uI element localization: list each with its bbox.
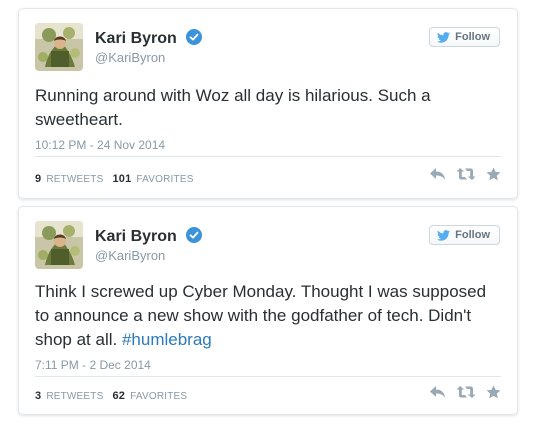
verified-badge-icon	[186, 227, 203, 243]
verified-badge-icon	[186, 29, 203, 45]
retweets-count: 3	[35, 390, 42, 402]
tweet-actions	[429, 385, 501, 399]
reply-icon[interactable]	[429, 385, 446, 399]
avatar[interactable]	[35, 23, 83, 71]
favorites-count: 62	[112, 390, 126, 402]
favorites-stat[interactable]: 101 FAVORITES	[112, 173, 194, 185]
retweets-count: 9	[35, 173, 42, 185]
retweet-icon[interactable]	[456, 167, 476, 181]
tweet-stats: 3 RETWEETS 62 FAVORITES	[35, 390, 187, 402]
follow-button[interactable]: Follow	[429, 225, 500, 245]
favorite-star-icon[interactable]	[486, 167, 501, 181]
divider	[35, 156, 501, 157]
favorites-label: FAVORITES	[130, 391, 188, 402]
favorite-star-icon[interactable]	[486, 385, 501, 399]
retweet-icon[interactable]	[456, 385, 476, 399]
display-name-text[interactable]: Kari Byron	[95, 228, 177, 245]
retweets-stat[interactable]: 9 RETWEETS	[35, 173, 104, 185]
user-handle[interactable]: @KariByron	[95, 50, 165, 65]
tweet-text-body: Running around with Woz all day is hilar…	[35, 86, 431, 129]
favorites-label: FAVORITES	[136, 174, 194, 185]
tweet-text-body: Think I screwed up Cyber Monday. Thought…	[35, 282, 487, 349]
twitter-bird-icon	[437, 31, 451, 43]
retweets-label: RETWEETS	[46, 174, 104, 185]
follow-label: Follow	[455, 229, 490, 241]
favorites-stat[interactable]: 62 FAVORITES	[112, 390, 188, 402]
avatar[interactable]	[35, 221, 83, 269]
tweet-card: Kari Byron @KariByron Follow Think I scr…	[18, 206, 518, 415]
tweet-timestamp[interactable]: 7:11 PM - 2 Dec 2014	[35, 358, 151, 372]
tweet-text: Think I screwed up Cyber Monday. Thought…	[35, 280, 503, 352]
retweets-stat[interactable]: 3 RETWEETS	[35, 390, 104, 402]
display-name-text[interactable]: Kari Byron	[95, 30, 177, 47]
tweet-timestamp[interactable]: 10:12 PM - 24 Nov 2014	[35, 138, 165, 152]
user-handle[interactable]: @KariByron	[95, 248, 165, 263]
display-name[interactable]: Kari Byron	[95, 227, 203, 246]
retweets-label: RETWEETS	[46, 391, 104, 402]
twitter-bird-icon	[437, 229, 451, 241]
display-name[interactable]: Kari Byron	[95, 29, 203, 48]
tweet-card: Kari Byron @KariByron Follow Running aro…	[18, 8, 518, 199]
reply-icon[interactable]	[429, 167, 446, 181]
favorites-count: 101	[112, 173, 132, 185]
divider	[35, 376, 501, 377]
follow-button[interactable]: Follow	[429, 27, 500, 47]
tweet-actions	[429, 167, 501, 181]
tweet-text: Running around with Woz all day is hilar…	[35, 84, 503, 132]
follow-label: Follow	[455, 31, 490, 43]
tweet-stats: 9 RETWEETS 101 FAVORITES	[35, 173, 194, 185]
hashtag-link[interactable]: #humlebrag	[122, 330, 212, 349]
